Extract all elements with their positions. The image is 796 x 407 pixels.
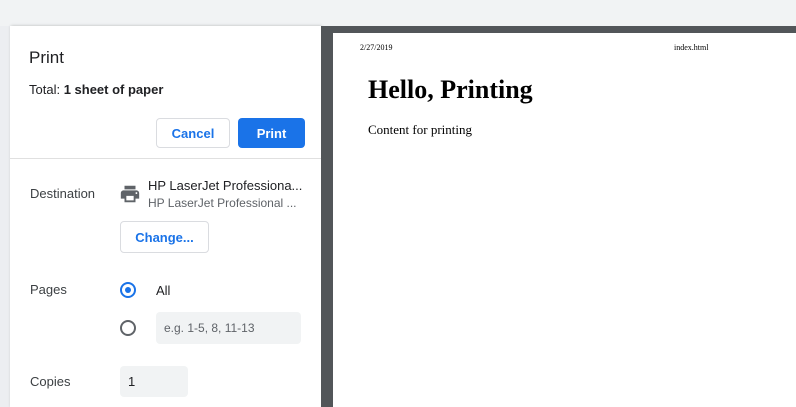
page-range-input[interactable]: [156, 312, 301, 344]
browser-top-strip: [0, 0, 796, 26]
copies-label: Copies: [30, 374, 71, 389]
dialog-title: Print: [29, 48, 64, 67]
page-header-date: 2/27/2019: [360, 43, 393, 52]
header-divider: [10, 158, 321, 159]
destination-name: HP LaserJet Professiona...: [148, 178, 303, 193]
printer-icon: [119, 183, 141, 205]
preview-heading: Hello, Printing: [368, 75, 533, 104]
pages-all-radio[interactable]: [120, 282, 136, 298]
total-value: 1 sheet of paper: [63, 82, 164, 97]
pages-label: Pages: [30, 282, 67, 297]
total-prefix: Total:: [29, 82, 64, 97]
destination-label: Destination: [30, 186, 96, 201]
destination-subtitle: HP LaserJet Professional ...: [148, 196, 297, 210]
sheet-total: Total: 1 sheet of paper: [29, 82, 163, 97]
preview-page: 2/27/2019 index.html Hello, Printing Con…: [333, 33, 796, 407]
print-button[interactable]: Print: [238, 118, 305, 148]
copies-input[interactable]: [120, 366, 188, 397]
page-header-filename: index.html: [674, 43, 709, 52]
pages-custom-radio[interactable]: [120, 320, 136, 336]
preview-body-text: Content for printing: [368, 122, 472, 137]
print-settings-panel: Print Total: 1 sheet of paper Cancel Pri…: [10, 26, 321, 407]
cancel-button[interactable]: Cancel: [156, 118, 230, 148]
pages-all-label: All: [156, 283, 171, 298]
change-destination-button[interactable]: Change...: [120, 221, 209, 253]
